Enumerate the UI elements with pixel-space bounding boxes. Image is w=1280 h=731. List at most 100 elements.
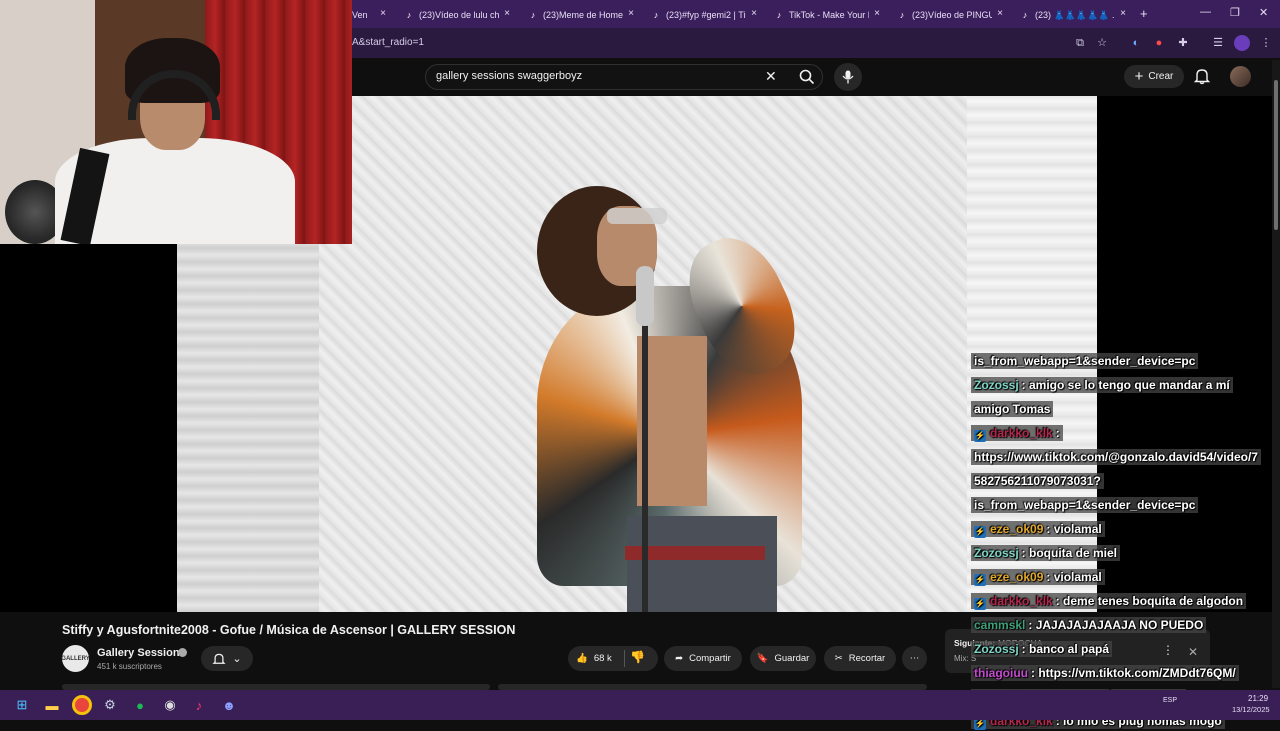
- save-label: Guardar: [774, 653, 810, 664]
- close-icon[interactable]: ×: [504, 8, 510, 19]
- chat-message: Zozossj: amigo se lo tengo que mandar a …: [971, 376, 1233, 395]
- chat-username[interactable]: eze_ok09: [990, 522, 1043, 536]
- chat-message: thiagoiuu: https://vm.tiktok.com/ZMDdt76…: [971, 664, 1239, 683]
- account-avatar[interactable]: [1230, 66, 1251, 87]
- chat-message: ⚡ eze_ok09: violamal: [971, 520, 1105, 539]
- clip-button[interactable]: ✂ Recortar: [824, 646, 896, 671]
- close-icon[interactable]: ×: [628, 8, 634, 19]
- tiktok-icon: ♪: [653, 10, 659, 20]
- video-title: Stiffy y Agusfortnite2008 - Gofue / Músi…: [62, 623, 516, 637]
- search-input[interactable]: gallery sessions swaggerboyz: [436, 70, 582, 82]
- cast-icon[interactable]: ⧉: [1072, 35, 1088, 51]
- chat-message: ⚡ darkko_klk:: [971, 424, 1063, 443]
- chat-message-bubble: thiagoiuu: https://vm.tiktok.com/ZMDdt76…: [971, 665, 1239, 681]
- subscriber-count: 451 k suscriptores: [97, 662, 162, 671]
- voice-search-button[interactable]: [834, 63, 862, 91]
- browser-tab[interactable]: ♪ (23)Vídeo de PINGUS ×: [897, 4, 1003, 26]
- browser-tab[interactable]: ♪ (23)Meme de Homer ×: [528, 4, 634, 26]
- chat-text: : banco al papá: [1021, 642, 1110, 656]
- chat-message-bubble: Zozossj: amigo se lo tengo que mandar a …: [971, 377, 1233, 393]
- extension-icon[interactable]: ◐: [1128, 35, 1144, 51]
- profile-avatar[interactable]: [1234, 35, 1250, 51]
- browser-tab[interactable]: ♪ (23) 👗👗👗👗👗 ... ×: [1020, 4, 1126, 26]
- minimize-button[interactable]: —: [1200, 6, 1211, 18]
- save-button[interactable]: 🔖 Guardar: [750, 646, 816, 671]
- file-explorer-icon[interactable]: ▬: [42, 695, 62, 715]
- steam-icon[interactable]: ⚙: [100, 695, 120, 715]
- tab-title: (23)Vídeo de lulu chi: [419, 10, 499, 20]
- thumbs-down-icon[interactable]: 👎: [630, 650, 645, 664]
- close-icon[interactable]: ×: [997, 8, 1003, 19]
- bookmark-star-icon[interactable]: ☆: [1094, 35, 1110, 51]
- chat-text: : JAJAJAJAJAAJA NO PUEDO: [1028, 618, 1204, 632]
- spotify-icon[interactable]: ●: [130, 695, 150, 715]
- chat-message: is_from_webapp=1&sender_device=pc: [971, 496, 1199, 515]
- chat-message-bubble: 582756211079073031?: [971, 473, 1104, 489]
- channel-avatar[interactable]: GALLERY: [61, 645, 90, 672]
- create-button[interactable]: + Crear: [1124, 65, 1184, 88]
- close-icon[interactable]: ×: [874, 8, 880, 19]
- keyboard-language[interactable]: ESP: [1163, 697, 1177, 704]
- browser-tab[interactable]: ♪ (23)Vídeo de lulu chi ×: [404, 4, 510, 26]
- chrome-icon[interactable]: [72, 695, 92, 715]
- clip-label: Recortar: [848, 653, 886, 664]
- browser-menu-icon[interactable]: ⋮: [1258, 35, 1274, 51]
- clear-search-icon[interactable]: ✕: [765, 68, 777, 85]
- discord-icon[interactable]: ☻: [219, 695, 239, 715]
- chat-message: is_from_webapp=1&sender_device=pc: [971, 352, 1199, 371]
- new-tab-button[interactable]: +: [1140, 6, 1148, 21]
- chevron-down-icon: ⌄: [232, 653, 242, 665]
- chat-message-bubble: is_from_webapp=1&sender_device=pc: [971, 497, 1199, 513]
- extensions-puzzle-icon[interactable]: ✚: [1175, 35, 1191, 51]
- obs-icon[interactable]: ◉: [160, 695, 180, 715]
- clock-date[interactable]: 13/12/2025: [1232, 705, 1270, 714]
- browser-tab[interactable]: ♪ TikTok - Make Your D ×: [774, 4, 880, 26]
- close-icon[interactable]: ×: [751, 8, 757, 19]
- plus-icon: +: [1134, 67, 1144, 85]
- chat-username[interactable]: darkko_klk: [990, 426, 1053, 440]
- close-icon[interactable]: ×: [380, 8, 386, 19]
- windows-start-icon[interactable]: ⊞: [12, 695, 32, 715]
- search-button[interactable]: [790, 64, 823, 90]
- browser-tab[interactable]: Ven ×: [352, 4, 386, 26]
- chat-username[interactable]: eze_ok09: [990, 570, 1043, 584]
- chat-username[interactable]: Zozossj: [974, 642, 1019, 656]
- url-text[interactable]: A&start_radio=1: [352, 37, 424, 48]
- player-letterbox-left: [0, 244, 177, 612]
- chat-text: :: [1055, 426, 1060, 440]
- clock-time[interactable]: 21:29: [1248, 694, 1268, 703]
- chat-username[interactable]: Zozossj: [974, 378, 1019, 392]
- chat-username[interactable]: Zozossj: [974, 546, 1019, 560]
- more-actions-button[interactable]: ⋯: [902, 646, 927, 671]
- tiktok-app-icon[interactable]: ♪: [189, 695, 209, 715]
- chat-message-bubble: amigo Tomas: [971, 401, 1054, 417]
- chat-text: : https://vm.tiktok.com/ZMDdt76QM/: [1031, 666, 1236, 680]
- share-icon: ➦: [675, 653, 684, 664]
- tab-title: (23)Vídeo de PINGUS: [912, 10, 992, 20]
- reading-list-icon[interactable]: ☰: [1210, 35, 1226, 51]
- chat-message-bubble: ⚡ eze_ok09: violamal: [971, 569, 1105, 586]
- chat-username[interactable]: darkko_klk: [990, 594, 1053, 608]
- chat-text: is_from_webapp=1&sender_device=pc: [974, 498, 1196, 512]
- subscription-bell-button[interactable]: ⌄: [201, 646, 253, 671]
- extension-record-icon[interactable]: ●: [1151, 35, 1167, 51]
- chat-message: ⚡ eze_ok09: violamal: [971, 568, 1105, 587]
- notifications-button[interactable]: [1193, 67, 1211, 85]
- scrollbar-thumb[interactable]: [1274, 80, 1278, 230]
- tab-title: (23)Meme de Homer: [543, 10, 623, 20]
- chat-text: : boquita de miel: [1021, 546, 1118, 560]
- close-icon[interactable]: ×: [1120, 8, 1126, 19]
- chat-username[interactable]: cammskl: [974, 618, 1025, 632]
- maximize-button[interactable]: ❐: [1230, 6, 1240, 19]
- tiktok-icon: ♪: [406, 10, 412, 20]
- share-button[interactable]: ➦ Compartir: [664, 646, 742, 671]
- thumbs-up-icon: 👍: [576, 653, 588, 664]
- chat-message-bubble: Zozossj: boquita de miel: [971, 545, 1121, 561]
- tiktok-icon: ♪: [776, 10, 782, 20]
- channel-name[interactable]: Gallery Sessions: [97, 647, 186, 659]
- browser-tab[interactable]: ♪ (23)#fyp #gemi2 | Tik ×: [651, 4, 757, 26]
- chat-username[interactable]: thiagoiuu: [974, 666, 1028, 680]
- like-count: 68 k: [593, 653, 612, 664]
- close-window-button[interactable]: ✕: [1259, 6, 1268, 19]
- chat-message: Zozossj: boquita de miel: [971, 544, 1121, 563]
